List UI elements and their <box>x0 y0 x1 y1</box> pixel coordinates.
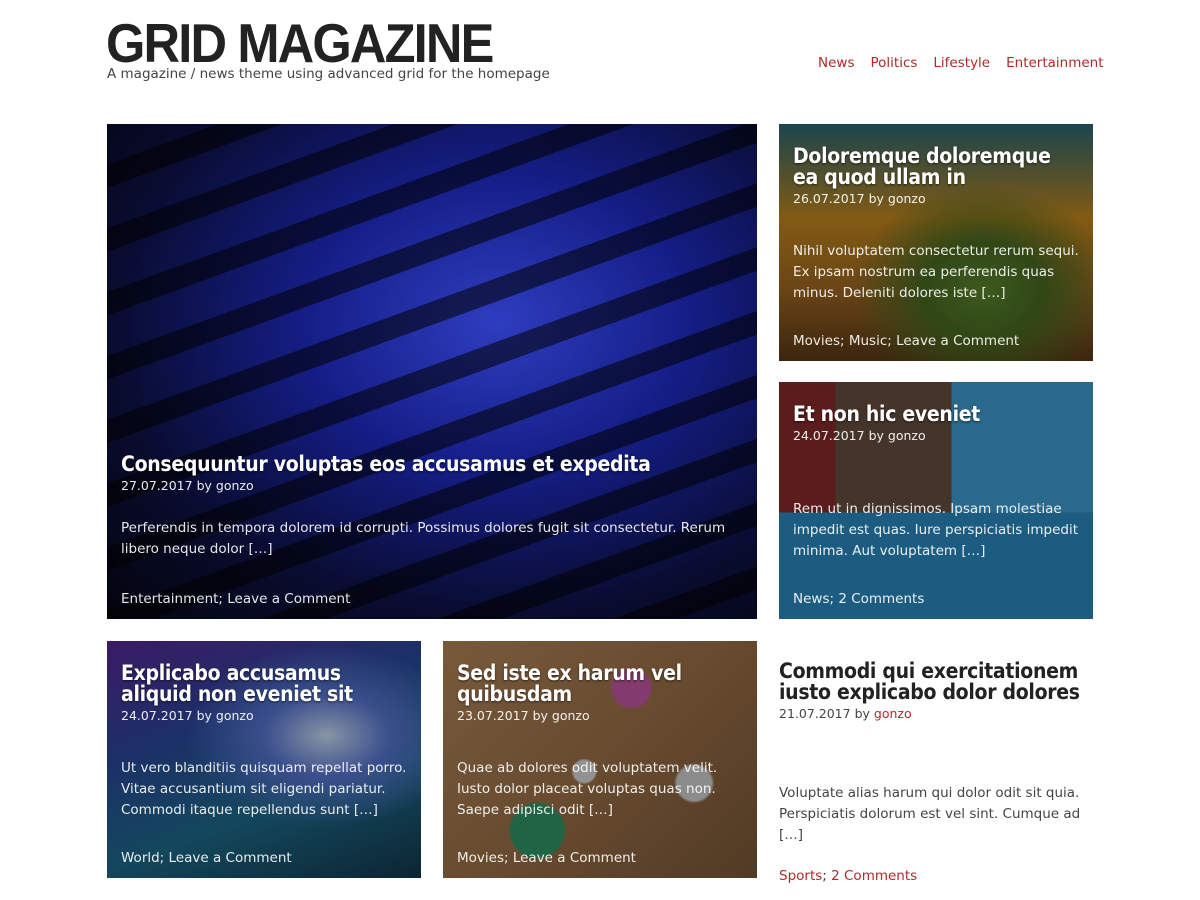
post-card[interactable]: Explicabo accusamus aliquid non eveniet … <box>107 641 421 878</box>
post-title[interactable]: Commodi qui exercitationem iusto explica… <box>779 661 1093 703</box>
post-date: 24.07.2017 <box>793 428 865 443</box>
post-excerpt: Voluptate alias harum qui dolor odit sit… <box>779 785 1081 843</box>
post-meta: 27.07.2017 by gonzo <box>121 478 254 493</box>
post-meta: 24.07.2017 by gonzo <box>793 428 926 443</box>
post-meta: 24.07.2017 by gonzo <box>121 708 254 723</box>
post-excerpt: Quae ab dolores odit voluptatem velit. I… <box>457 760 718 818</box>
post-footer[interactable]: News; 2 Comments <box>793 591 924 607</box>
post-author[interactable]: gonzo <box>888 428 926 443</box>
nav-item-news[interactable]: News <box>818 55 854 71</box>
site-title[interactable]: GRID MAGAZINE <box>106 14 494 72</box>
site-tagline: A magazine / news theme using advanced g… <box>107 66 550 82</box>
post-title[interactable]: Consequuntur voluptas eos accusamus et e… <box>121 454 743 475</box>
post-comments-link[interactable]: 2 Comments <box>831 868 917 884</box>
post-title[interactable]: Et non hic eveniet <box>793 404 1079 425</box>
post-excerpt: Rem ut in dignissimos. Ipsam molestiae i… <box>793 501 1078 559</box>
post-author[interactable]: gonzo <box>888 191 926 206</box>
post-meta: 21.07.2017 by gonzo <box>779 706 912 721</box>
post-date: 26.07.2017 <box>793 191 865 206</box>
main-nav: News Politics Lifestyle Entertainment <box>818 55 1104 71</box>
post-date: 27.07.2017 <box>121 478 193 493</box>
post-author[interactable]: gonzo <box>874 706 912 721</box>
nav-item-politics[interactable]: Politics <box>870 55 917 71</box>
post-footer[interactable]: Entertainment; Leave a Comment <box>121 591 350 607</box>
post-meta: 23.07.2017 by gonzo <box>457 708 590 723</box>
post-card-text: Commodi qui exercitationem iusto explica… <box>779 661 1093 885</box>
post-footer[interactable]: World; Leave a Comment <box>121 850 292 866</box>
post-title[interactable]: Sed iste ex harum vel quibusdam <box>457 663 743 705</box>
post-card[interactable]: Et non hic eveniet 24.07.2017 by gonzo R… <box>779 382 1093 619</box>
post-author[interactable]: gonzo <box>216 478 254 493</box>
post-card-featured[interactable]: Consequuntur voluptas eos accusamus et e… <box>107 124 757 619</box>
post-author[interactable]: gonzo <box>216 708 254 723</box>
post-title[interactable]: Explicabo accusamus aliquid non eveniet … <box>121 663 407 705</box>
post-excerpt: Ut vero blanditiis quisquam repellat por… <box>121 760 407 818</box>
post-excerpt: Nihil voluptatem consectetur rerum sequi… <box>793 243 1079 301</box>
post-card[interactable]: Doloremque doloremque ea quod ullam in 2… <box>779 124 1093 361</box>
post-author[interactable]: gonzo <box>552 708 590 723</box>
post-title[interactable]: Doloremque doloremque ea quod ullam in <box>793 146 1079 188</box>
post-card[interactable]: Sed iste ex harum vel quibusdam 23.07.20… <box>443 641 757 878</box>
post-date: 21.07.2017 <box>779 706 851 721</box>
post-footer[interactable]: Movies; Leave a Comment <box>457 850 636 866</box>
post-date: 23.07.2017 <box>457 708 529 723</box>
post-date: 24.07.2017 <box>121 708 193 723</box>
post-meta: 26.07.2017 by gonzo <box>793 191 926 206</box>
nav-item-lifestyle[interactable]: Lifestyle <box>933 55 990 71</box>
nav-item-entertainment[interactable]: Entertainment <box>1006 55 1103 71</box>
post-footer[interactable]: Movies; Music; Leave a Comment <box>793 333 1019 349</box>
post-footer: Sports; 2 Comments <box>779 868 918 884</box>
post-category-link[interactable]: Sports <box>779 868 822 884</box>
post-excerpt: Perferendis in tempora dolorem id corrup… <box>121 520 726 557</box>
